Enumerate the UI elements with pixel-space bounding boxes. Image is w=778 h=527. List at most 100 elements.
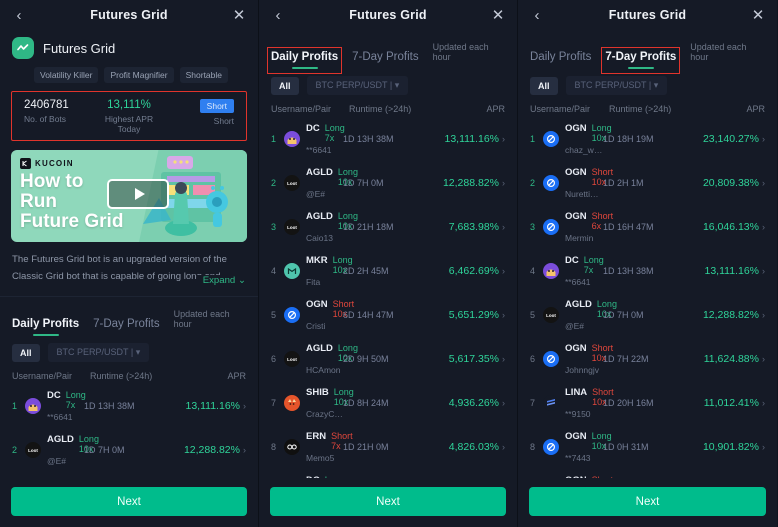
row-rank: 6 bbox=[530, 354, 536, 364]
close-icon[interactable]: ✕ bbox=[232, 8, 246, 23]
page-title: Futures Grid bbox=[349, 8, 427, 22]
chip-all[interactable]: All bbox=[12, 343, 40, 362]
tab-7day-profits[interactable]: 7-Day Profits bbox=[601, 47, 681, 74]
close-icon[interactable]: ✕ bbox=[491, 8, 505, 23]
row-username: **6641 bbox=[306, 145, 332, 155]
table-row[interactable]: 9OGNShort 5xPalma george1D 18H 35M10,021… bbox=[518, 469, 777, 478]
expand-button[interactable]: Expand ⌄ bbox=[196, 275, 246, 286]
row-runtime: 2D 2H 45M bbox=[343, 266, 389, 276]
list-header-p2: Username/Pair Runtime (>24h) APR bbox=[259, 95, 517, 114]
back-icon[interactable]: ‹ bbox=[530, 8, 544, 23]
chevron-right-icon[interactable]: › bbox=[502, 354, 505, 364]
chip-pair-select[interactable]: BTC PERP/USDT | ▾ bbox=[565, 76, 668, 95]
row-symbol: AGLD bbox=[306, 167, 333, 178]
stat-apr: 13,111% Highest APR Today bbox=[94, 99, 164, 134]
table-row[interactable]: 4 MKR Long 10x Fita 2D 2H 45M 6,462.69% › bbox=[259, 249, 517, 293]
row-apr-cell: 13,111.16% › bbox=[176, 400, 247, 412]
row-username: @E# bbox=[565, 321, 585, 331]
chevron-right-icon[interactable]: › bbox=[762, 266, 765, 276]
chevron-right-icon[interactable]: › bbox=[762, 398, 765, 408]
col-runtime: Runtime (>24h) bbox=[609, 104, 672, 114]
row-apr: 12,288.82% bbox=[183, 444, 240, 456]
table-row[interactable]: 3 OGN Short 6x Mermin 1D 16H 47M 16,046.13% › bbox=[518, 205, 777, 249]
row-apr: 10,901.82% bbox=[702, 441, 759, 453]
tab-7day-profits[interactable]: 7-Day Profits bbox=[352, 51, 418, 70]
chevron-right-icon[interactable]: › bbox=[762, 178, 765, 188]
chip-pair-select[interactable]: BTC PERP/USDT | ▾ bbox=[306, 76, 409, 95]
row-symbol: AGLD bbox=[565, 299, 592, 310]
row-username: Nurettin newday bbox=[565, 189, 603, 199]
table-row[interactable]: 7 LINA Short 10x **9150 1D 20H 16M 11,012.41%… bbox=[518, 381, 777, 425]
row-apr-cell: 11,624.88% › bbox=[695, 353, 765, 365]
row-apr: 23,140.27% bbox=[702, 133, 759, 145]
chevron-down-icon: | ▾ bbox=[389, 80, 400, 90]
back-icon[interactable]: ‹ bbox=[12, 8, 26, 23]
chevron-right-icon[interactable]: › bbox=[502, 222, 505, 232]
chevron-right-icon[interactable]: › bbox=[762, 310, 765, 320]
panel-7day-profits: ‹ Futures Grid ✕ Daily Profits 7-Day Pro… bbox=[518, 0, 777, 527]
chip-all[interactable]: All bbox=[530, 76, 558, 95]
table-row[interactable]: 2 Loot AGLD Long 10x @E# 1D 7H 0M 12,288.82% › bbox=[259, 161, 517, 205]
footer-p3: Next bbox=[518, 478, 777, 527]
table-row[interactable]: 6 Loot AGLD Long 10x HCAmon 2D 9H 50M 5,617.35… bbox=[259, 337, 517, 381]
row-rank: 6 bbox=[271, 354, 277, 364]
chevron-right-icon[interactable]: › bbox=[502, 266, 505, 276]
table-row[interactable]: 1 DC Long 7x **6641 1D 13H 38M 13,111.16% › bbox=[0, 384, 258, 428]
row-symbol: DC bbox=[47, 390, 61, 401]
table-row[interactable]: 7 SHIBLong 10xCrazyCrypto821D 8H 24M 4,936… bbox=[259, 381, 517, 425]
play-button[interactable] bbox=[107, 179, 169, 209]
row-name-cell: AGLD Long 10x @E# bbox=[565, 299, 617, 331]
chevron-right-icon[interactable]: › bbox=[502, 442, 505, 452]
leaderboard-list-p2: 1 DC Long 7x **6641 1D 13H 38M 13,111.16% › 2 Lo… bbox=[259, 114, 517, 478]
row-apr-cell: 13,111.16% › bbox=[435, 133, 506, 145]
chevron-right-icon[interactable]: › bbox=[762, 222, 765, 232]
table-row[interactable]: 6 OGN Short 10x Johnngjv 1D 7H 22M 11,624.88%… bbox=[518, 337, 777, 381]
tab-daily-profits[interactable]: Daily Profits bbox=[12, 318, 79, 337]
tab-7day-profits[interactable]: 7-Day Profits bbox=[93, 318, 159, 337]
row-runtime: 1D 0H 31M bbox=[603, 442, 649, 452]
table-row[interactable]: 1 OGNLong 10xchaz_winter1D 18H 19M 23,140.… bbox=[518, 117, 777, 161]
titlebar: ‹ Futures Grid ✕ bbox=[518, 0, 777, 30]
next-button[interactable]: Next bbox=[529, 487, 766, 516]
chevron-right-icon[interactable]: › bbox=[502, 178, 505, 188]
back-icon[interactable]: ‹ bbox=[271, 8, 285, 23]
ogn-coin-icon bbox=[284, 307, 300, 323]
chevron-right-icon[interactable]: › bbox=[502, 398, 505, 408]
close-icon[interactable]: ✕ bbox=[751, 8, 765, 23]
table-row[interactable]: 8 OGN Long 10x **7443 1D 0H 31M 10,901.82% › bbox=[518, 425, 777, 469]
chevron-right-icon[interactable]: › bbox=[762, 442, 765, 452]
tab-daily-profits[interactable]: Daily Profits bbox=[266, 47, 343, 74]
row-name-cell: OGN Short 6x Mermin bbox=[565, 211, 613, 243]
row-rank: 5 bbox=[271, 310, 277, 320]
table-row[interactable]: 4 DC Long 7x **6641 1D 13H 38M 13,111.16% › bbox=[518, 249, 777, 293]
row-apr: 12,288.82% bbox=[442, 177, 499, 189]
row-runtime: 1D 7H 22M bbox=[603, 354, 649, 364]
table-row[interactable]: 2 OGNShort 10xNurettin newday1D 2H 1M 20,8… bbox=[518, 161, 777, 205]
row-apr: 4,936.26% bbox=[448, 397, 499, 409]
row-runtime: 1D 7H 0M bbox=[84, 445, 125, 455]
table-row[interactable]: 8 ERN Short 7x Memo5 1D 21H 0M 4,826.03% › bbox=[259, 425, 517, 469]
tab-daily-profits[interactable]: Daily Profits bbox=[530, 51, 591, 70]
chevron-right-icon[interactable]: › bbox=[243, 445, 246, 455]
chevron-right-icon[interactable]: › bbox=[762, 134, 765, 144]
row-runtime: 1D 7H 0M bbox=[343, 178, 384, 188]
agld-coin-icon: Loot bbox=[543, 307, 559, 323]
chip-all[interactable]: All bbox=[271, 76, 299, 95]
chevron-right-icon[interactable]: › bbox=[243, 401, 246, 411]
chevron-right-icon[interactable]: › bbox=[502, 134, 505, 144]
filter-chips-p2: All BTC PERP/USDT | ▾ bbox=[259, 70, 517, 95]
next-button[interactable]: Next bbox=[270, 487, 506, 516]
table-row[interactable]: 2 Loot AGLD Long 10x @E# 1D 7H 0M 12,288.82% › bbox=[0, 428, 258, 472]
table-row[interactable]: 5 Loot AGLD Long 10x @E# 1D 7H 0M 12,288.82% › bbox=[518, 293, 777, 337]
table-row[interactable]: 1 DC Long 7x **6641 1D 13H 38M 13,111.16% › bbox=[259, 117, 517, 161]
row-username: **6641 bbox=[47, 412, 73, 422]
mkr-coin-icon bbox=[284, 263, 300, 279]
video-banner[interactable]: KUCOIN How to Run Future Grid bbox=[11, 150, 247, 242]
chevron-right-icon[interactable]: › bbox=[762, 354, 765, 364]
chevron-right-icon[interactable]: › bbox=[502, 310, 505, 320]
table-row[interactable]: 5 OGN Short 10x Cristi 6D 14H 47M 5,651.29% › bbox=[259, 293, 517, 337]
table-row[interactable]: 3 Loot AGLDLong 10xCaio131D 21H 18M 7,683.9… bbox=[259, 205, 517, 249]
table-row[interactable]: 9DCLong 5x**05192D 11H 11M4,784.78%› bbox=[259, 469, 517, 478]
next-button[interactable]: Next bbox=[11, 487, 247, 516]
chip-pair-select[interactable]: BTC PERP/USDT | ▾ bbox=[47, 343, 150, 362]
